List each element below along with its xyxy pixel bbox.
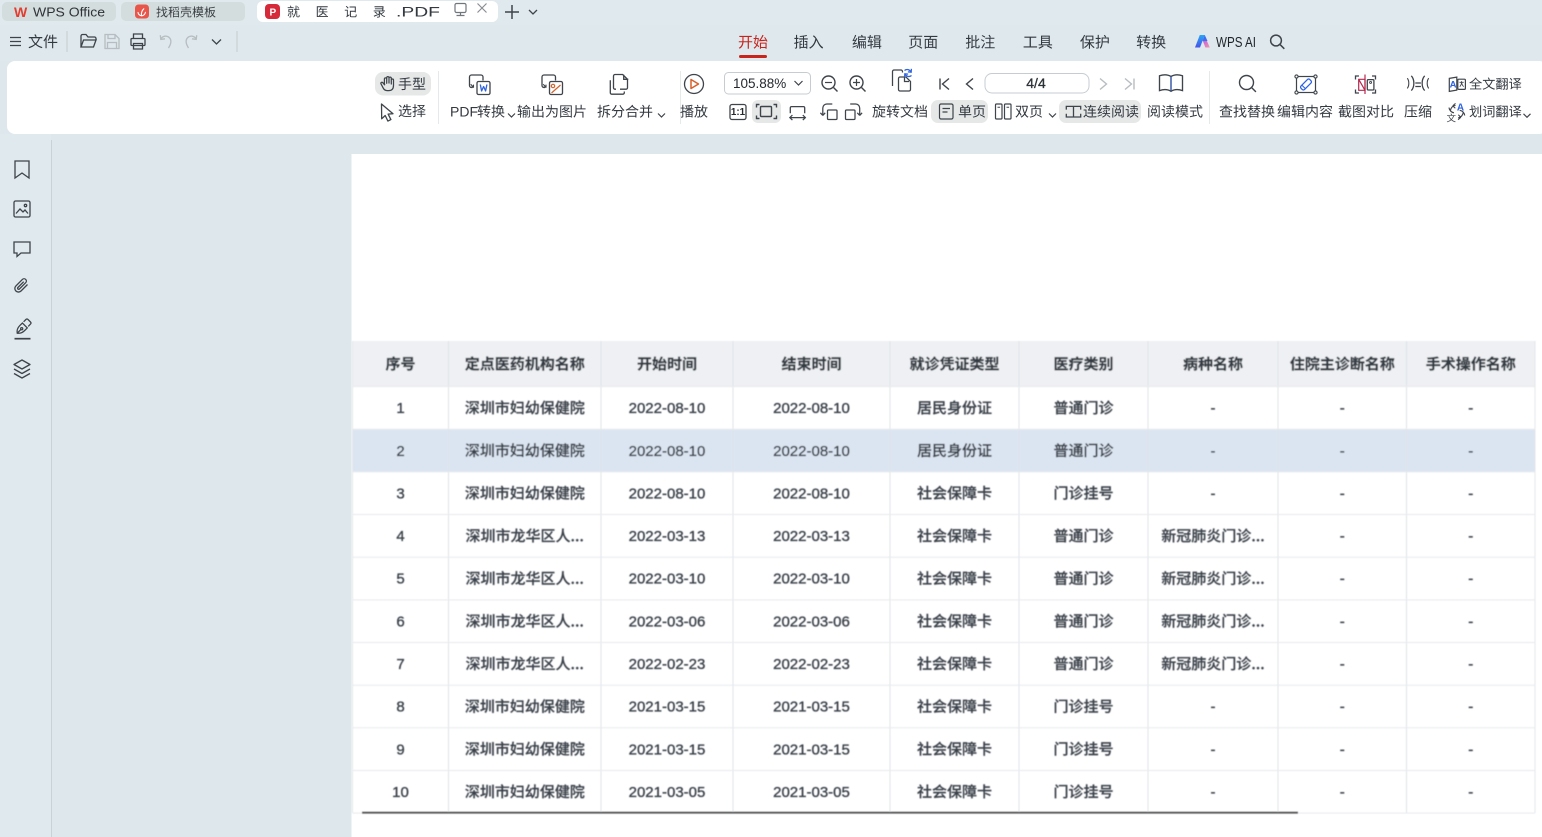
svg-text:4/4: 4/4 [1026,75,1046,91]
svg-text:2022-02-23: 2022-02-23 [629,656,706,673]
svg-text:-: - [1468,485,1473,502]
svg-text:2022-08-10: 2022-08-10 [629,485,706,502]
svg-text:-: - [1211,699,1216,716]
svg-text:2022-08-10: 2022-08-10 [773,400,850,417]
svg-text:-: - [1468,571,1473,588]
svg-text:-: - [1211,485,1216,502]
svg-text:-: - [1340,656,1345,673]
svg-text:1:1: 1:1 [731,107,746,118]
svg-text:-: - [1340,400,1345,417]
svg-text:P: P [270,8,277,19]
svg-text:6: 6 [396,613,404,630]
svg-text:-: - [1340,699,1345,716]
svg-text:-: - [1340,528,1345,545]
svg-text:3: 3 [396,485,404,502]
svg-text:-: - [1468,400,1473,417]
svg-text:2022-08-10: 2022-08-10 [629,443,706,460]
svg-text:A: A [1457,103,1464,114]
svg-text:-: - [1468,656,1473,673]
svg-text:-: - [1211,400,1216,417]
svg-text:WPS AI: WPS AI [1216,35,1256,51]
svg-text:-: - [1211,741,1216,758]
svg-text:WPS Office: WPS Office [33,5,105,20]
svg-text:-: - [1340,741,1345,758]
svg-text:-: - [1211,784,1216,801]
svg-text:W: W [14,4,28,20]
svg-text:5: 5 [396,571,404,588]
svg-text:1: 1 [396,400,404,417]
svg-text:A: A [1450,79,1457,90]
svg-text:2: 2 [396,443,404,460]
svg-text:-: - [1211,443,1216,460]
svg-text:-: - [1340,784,1345,801]
svg-text:9: 9 [396,741,404,758]
svg-text:2022-08-10: 2022-08-10 [773,443,850,460]
svg-text:-: - [1340,613,1345,630]
svg-text:8: 8 [396,699,404,716]
svg-text:2022-02-23: 2022-02-23 [773,656,850,673]
svg-text:2022-08-10: 2022-08-10 [773,485,850,502]
svg-text:-: - [1468,443,1473,460]
svg-text:2021-03-15: 2021-03-15 [629,741,706,758]
svg-text:-: - [1340,571,1345,588]
svg-text:7: 7 [396,656,404,673]
svg-text:-: - [1468,784,1473,801]
svg-text:2022-03-06: 2022-03-06 [629,613,706,630]
svg-text:2022-03-10: 2022-03-10 [629,571,706,588]
svg-text:2022-08-10: 2022-08-10 [629,400,706,417]
svg-text:2022-03-10: 2022-03-10 [773,571,850,588]
svg-text:2022-03-13: 2022-03-13 [773,528,850,545]
svg-text:.PDF: .PDF [396,5,440,20]
svg-text:-: - [1468,741,1473,758]
svg-text:-: - [1468,613,1473,630]
svg-text:2021-03-15: 2021-03-15 [629,699,706,716]
svg-text:105.88%: 105.88% [733,76,786,91]
svg-text:2021-03-15: 2021-03-15 [773,741,850,758]
svg-text:2022-03-06: 2022-03-06 [773,613,850,630]
svg-text:2022-03-13: 2022-03-13 [629,528,706,545]
svg-text:4: 4 [396,528,404,545]
svg-text:-: - [1340,443,1345,460]
svg-text:10: 10 [392,784,409,801]
svg-text:2021-03-05: 2021-03-05 [773,784,850,801]
svg-text:PDF: PDF [450,104,478,120]
svg-text:2021-03-05: 2021-03-05 [629,784,706,801]
svg-text:-: - [1468,699,1473,716]
svg-text:2021-03-15: 2021-03-15 [773,699,850,716]
svg-text:-: - [1468,528,1473,545]
svg-text:-: - [1340,485,1345,502]
